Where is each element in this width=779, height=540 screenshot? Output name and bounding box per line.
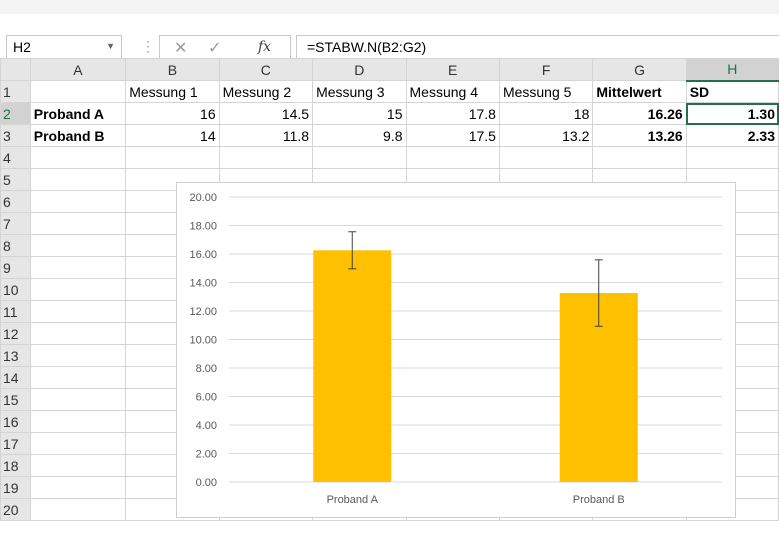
- x-category-label: Proband A: [327, 494, 379, 506]
- empty-cell[interactable]: [29, 300, 127, 323]
- empty-cell[interactable]: [29, 432, 127, 455]
- chart-plot: 0.00 2.00 4.00 6.00 8.00 10.00 12.00 14.00 16.00…: [189, 192, 722, 506]
- row-header[interactable]: 15: [0, 388, 31, 411]
- worksheet-grid[interactable]: A B C D E F G H 1 Messung 1 Messung 2 Me…: [0, 52, 779, 540]
- select-all-corner[interactable]: [0, 58, 31, 81]
- y-tick-label: 18.00: [189, 221, 217, 233]
- row-header[interactable]: 10: [0, 278, 31, 301]
- cell-c3[interactable]: 11.8: [218, 124, 314, 147]
- empty-cell[interactable]: [312, 146, 407, 169]
- cell-c1[interactable]: Messung 2: [218, 80, 314, 103]
- y-tick-label: 4.00: [196, 420, 217, 432]
- cell-d2[interactable]: 15: [312, 102, 407, 125]
- empty-cell[interactable]: [29, 146, 127, 169]
- cell-f1[interactable]: Messung 5: [498, 80, 594, 103]
- y-tick-label: 10.00: [189, 335, 217, 347]
- row-header[interactable]: 2: [0, 102, 31, 125]
- column-header-f[interactable]: F: [498, 58, 594, 81]
- cell-f2[interactable]: 18: [498, 102, 594, 125]
- cell-d1[interactable]: Messung 3: [312, 80, 407, 103]
- empty-cell[interactable]: [29, 410, 127, 433]
- empty-cell[interactable]: [29, 168, 127, 191]
- empty-cell[interactable]: [29, 322, 127, 345]
- chevron-down-icon[interactable]: ▼: [106, 41, 115, 51]
- y-tick-label: 16.00: [189, 249, 217, 261]
- row-header[interactable]: 1: [0, 80, 31, 103]
- column-header-g[interactable]: G: [592, 58, 687, 81]
- column-header-b[interactable]: B: [125, 58, 220, 81]
- cell-g2[interactable]: 16.26: [592, 102, 687, 125]
- row-header[interactable]: 3: [0, 124, 31, 147]
- cell-a2[interactable]: Proband A: [29, 102, 127, 125]
- cell-h3[interactable]: 2.33: [685, 124, 779, 147]
- y-tick-label: 2.00: [196, 449, 217, 461]
- empty-cell[interactable]: [29, 212, 127, 235]
- empty-cell[interactable]: [125, 146, 220, 169]
- row-header[interactable]: 7: [0, 212, 31, 235]
- empty-cell[interactable]: [405, 146, 500, 169]
- y-tick-label: 14.00: [189, 278, 217, 290]
- row-header[interactable]: 14: [0, 366, 31, 389]
- cell-g1[interactable]: Mittelwert: [592, 80, 687, 103]
- empty-cell[interactable]: [29, 366, 127, 389]
- empty-cell[interactable]: [685, 146, 779, 169]
- x-category-label: Proband B: [573, 494, 625, 506]
- row-header[interactable]: 17: [0, 432, 31, 455]
- row-header[interactable]: 16: [0, 410, 31, 433]
- row-header[interactable]: 19: [0, 476, 31, 499]
- row-header[interactable]: 11: [0, 300, 31, 323]
- row-header[interactable]: 6: [0, 190, 31, 213]
- y-tick-label: 0.00: [196, 477, 217, 489]
- column-header-e[interactable]: E: [405, 58, 500, 81]
- y-tick-label: 20.00: [189, 192, 217, 204]
- empty-cell[interactable]: [29, 388, 127, 411]
- row-header[interactable]: 4: [0, 146, 31, 169]
- cell-c2[interactable]: 14.5: [218, 102, 314, 125]
- bar: [313, 250, 392, 482]
- cell-a1[interactable]: [29, 80, 127, 103]
- empty-cell[interactable]: [498, 146, 594, 169]
- row-header[interactable]: 8: [0, 234, 31, 257]
- column-chart[interactable]: 0.00 2.00 4.00 6.00 8.00 10.00 12.00 14.00 16.00…: [176, 182, 736, 518]
- cell-g3[interactable]: 13.26: [592, 124, 687, 147]
- cell-b3[interactable]: 14: [125, 124, 220, 147]
- column-header-c[interactable]: C: [218, 58, 314, 81]
- cell-f3[interactable]: 13.2: [498, 124, 594, 147]
- empty-cell[interactable]: [29, 498, 127, 521]
- column-header-d[interactable]: D: [312, 58, 407, 81]
- row-header[interactable]: 20: [0, 498, 31, 521]
- empty-cell[interactable]: [29, 454, 127, 477]
- ribbon-edge: [0, 0, 779, 14]
- row-header[interactable]: 13: [0, 344, 31, 367]
- y-tick-label: 8.00: [196, 363, 217, 375]
- cell-e1[interactable]: Messung 4: [405, 80, 500, 103]
- cell-b2[interactable]: 16: [125, 102, 220, 125]
- empty-cell[interactable]: [29, 190, 127, 213]
- formula-bar: H2 ▼ ⋮ ✕ ✓ fx =STABW.N(B2:G2): [0, 14, 779, 59]
- empty-cell[interactable]: [218, 146, 314, 169]
- cell-h1[interactable]: SD: [685, 80, 779, 103]
- row-header[interactable]: 9: [0, 256, 31, 279]
- empty-cell[interactable]: [29, 234, 127, 257]
- row-header[interactable]: 18: [0, 454, 31, 477]
- cell-e3[interactable]: 17.5: [405, 124, 500, 147]
- cell-b1[interactable]: Messung 1: [125, 80, 220, 103]
- row-header[interactable]: 12: [0, 322, 31, 345]
- empty-cell[interactable]: [29, 278, 127, 301]
- empty-cell[interactable]: [29, 344, 127, 367]
- column-header-a[interactable]: A: [29, 58, 127, 81]
- column-header-h[interactable]: H: [685, 58, 779, 82]
- empty-cell[interactable]: [592, 146, 687, 169]
- y-tick-label: 6.00: [196, 392, 217, 404]
- cell-e2[interactable]: 17.8: [405, 102, 500, 125]
- cell-h2-active[interactable]: 1.30: [685, 102, 779, 125]
- row-header[interactable]: 5: [0, 168, 31, 191]
- cell-a3[interactable]: Proband B: [29, 124, 127, 147]
- empty-cell[interactable]: [29, 476, 127, 499]
- y-tick-label: 12.00: [189, 306, 217, 318]
- empty-cell[interactable]: [29, 256, 127, 279]
- cell-d3[interactable]: 9.8: [312, 124, 407, 147]
